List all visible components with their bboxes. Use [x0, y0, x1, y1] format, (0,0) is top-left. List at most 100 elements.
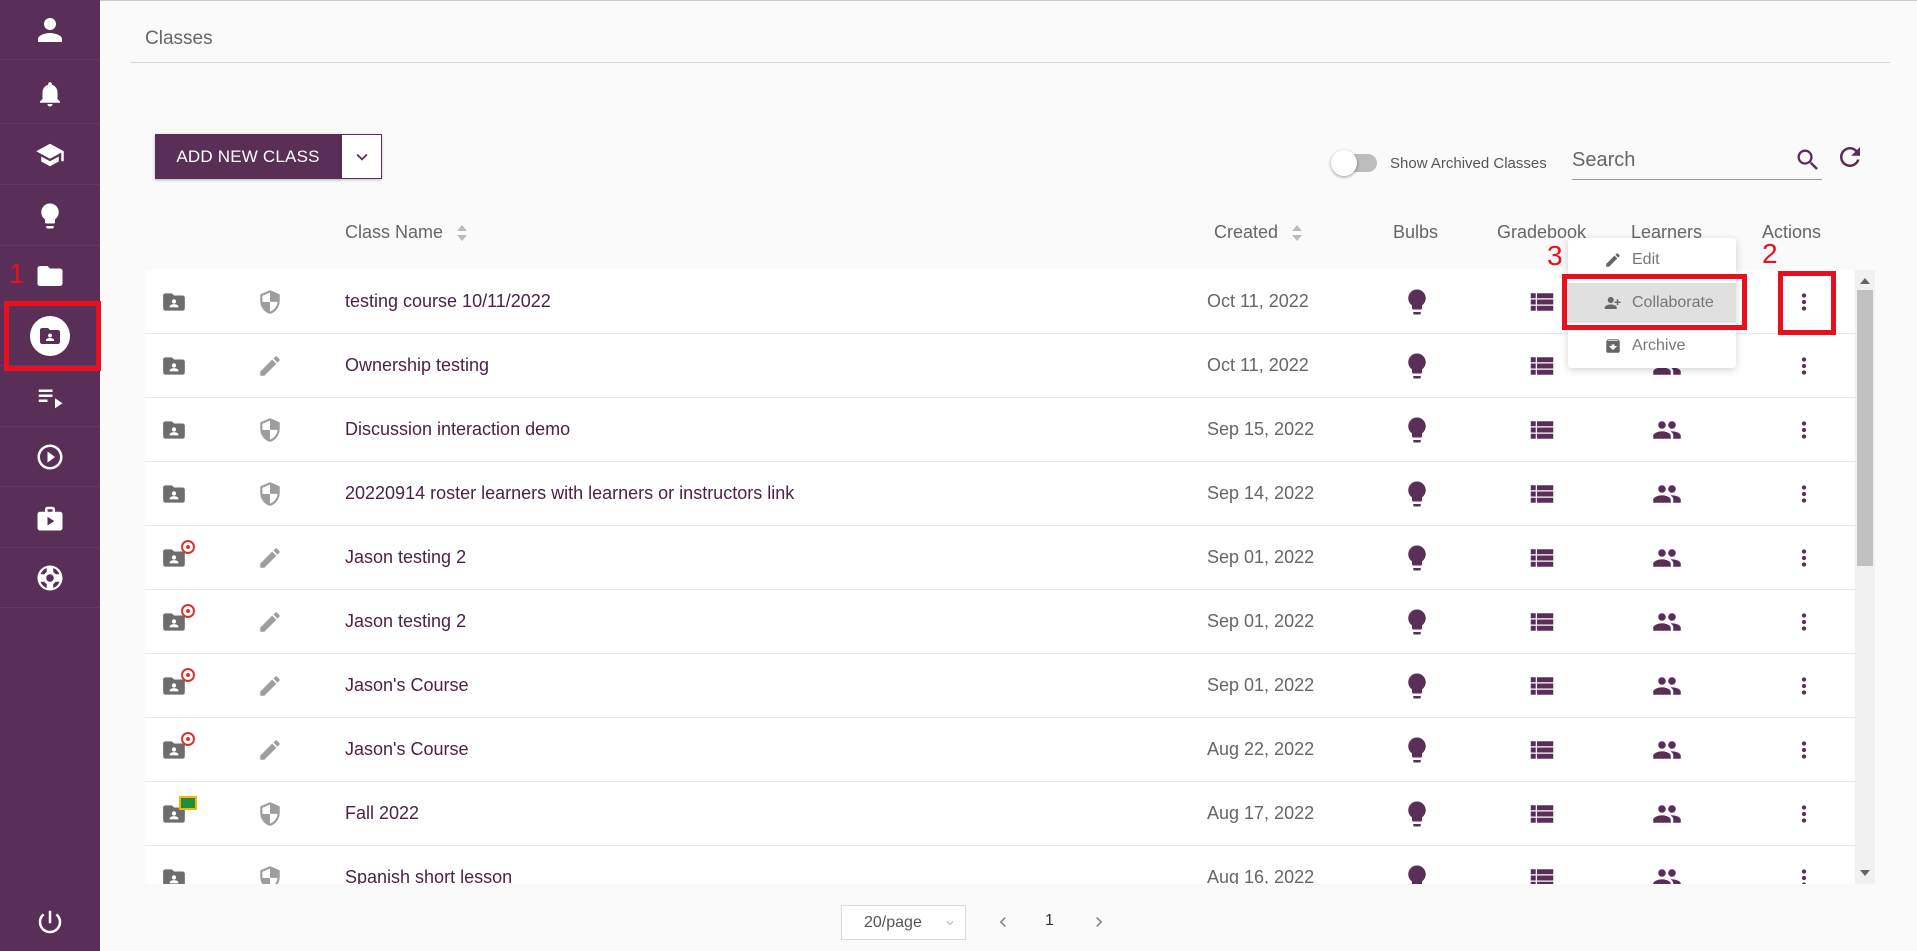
- learners-icon[interactable]: [1652, 735, 1682, 765]
- more-actions-icon[interactable]: [1791, 415, 1817, 445]
- lti-badge-icon: [181, 732, 195, 746]
- more-actions-icon[interactable]: [1791, 735, 1817, 765]
- gradebook-icon[interactable]: [1527, 351, 1557, 381]
- gradebook-icon[interactable]: [1527, 735, 1557, 765]
- shield-icon: [260, 866, 280, 884]
- sidebar-item-profile[interactable]: [0, 0, 100, 60]
- class-name-link[interactable]: Jason's Course: [345, 675, 469, 696]
- refresh-icon[interactable]: [1835, 142, 1865, 172]
- learners-icon[interactable]: [1652, 671, 1682, 701]
- lti-badge-icon: [181, 540, 195, 554]
- table-row: Fall 2022 Aug 17, 2022: [145, 782, 1855, 846]
- bulb-icon[interactable]: [1402, 543, 1432, 573]
- more-actions-icon[interactable]: [1791, 671, 1817, 701]
- pencil-icon: [260, 356, 280, 376]
- bulb-icon[interactable]: [1402, 735, 1432, 765]
- shield-icon: [260, 482, 280, 506]
- sidebar-item-presentations[interactable]: [0, 488, 100, 548]
- pencil-icon: [260, 676, 280, 696]
- shield-icon: [260, 290, 280, 314]
- gradebook-icon[interactable]: [1527, 607, 1557, 637]
- table-row: Spanish short lesson Aug 16, 2022: [145, 846, 1855, 884]
- bulb-icon[interactable]: [1402, 287, 1432, 317]
- prev-page-icon[interactable]: [993, 912, 1013, 932]
- learners-icon[interactable]: [1652, 479, 1682, 509]
- sidebar-item-help[interactable]: [0, 548, 100, 608]
- bulb-icon[interactable]: [1402, 799, 1432, 829]
- page-size-select[interactable]: 20/page: [841, 905, 966, 940]
- bulb-icon[interactable]: [1402, 479, 1432, 509]
- class-name-link[interactable]: Discussion interaction demo: [345, 419, 570, 440]
- scroll-down-arrow[interactable]: [1860, 870, 1870, 876]
- class-name-link[interactable]: Ownership testing: [345, 355, 489, 376]
- current-page-number[interactable]: 1: [1045, 912, 1054, 930]
- gradebook-icon[interactable]: [1527, 799, 1557, 829]
- show-archived-toggle[interactable]: [1331, 150, 1377, 176]
- table-scrollbar[interactable]: [1855, 270, 1875, 884]
- gradebook-icon[interactable]: [1527, 415, 1557, 445]
- class-name-link[interactable]: Jason testing 2: [345, 611, 466, 632]
- sidebar-item-courses[interactable]: [0, 125, 100, 185]
- table-row: 20220914 roster learners with learners o…: [145, 462, 1855, 526]
- annotation-label-2: 2: [1762, 238, 1778, 269]
- learners-icon[interactable]: [1652, 863, 1682, 884]
- more-actions-icon[interactable]: [1791, 351, 1817, 381]
- learners-icon[interactable]: [1652, 607, 1682, 637]
- sidebar-item-logout[interactable]: [0, 892, 100, 951]
- sidebar-item-playlists[interactable]: [0, 367, 100, 427]
- created-date: Sep 01, 2022: [1207, 547, 1315, 567]
- gradebook-icon[interactable]: [1527, 287, 1557, 317]
- more-actions-icon[interactable]: [1791, 543, 1817, 573]
- add-new-class-button[interactable]: ADD NEW CLASS: [155, 134, 341, 179]
- title-divider: [130, 62, 1890, 63]
- user-icon: [38, 17, 62, 42]
- bulb-icon[interactable]: [1402, 863, 1432, 884]
- search-icon[interactable]: [1794, 146, 1822, 174]
- gradebook-icon[interactable]: [1527, 479, 1557, 509]
- class-name-link[interactable]: testing course 10/11/2022: [345, 291, 551, 312]
- search-input[interactable]: [1572, 144, 1772, 176]
- sidebar-item-bulbs[interactable]: [0, 186, 100, 246]
- annotation-box-3: [1562, 274, 1747, 330]
- class-name-link[interactable]: Jason testing 2: [345, 547, 466, 568]
- table-row: Discussion interaction demo Sep 15, 2022: [145, 398, 1855, 462]
- chevron-down-icon: [946, 921, 954, 926]
- bulb-icon[interactable]: [1402, 351, 1432, 381]
- sidebar-item-media[interactable]: [0, 427, 100, 487]
- gradebook-icon[interactable]: [1527, 543, 1557, 573]
- next-page-icon[interactable]: [1089, 912, 1109, 932]
- class-name-link[interactable]: Spanish short lesson: [345, 867, 512, 884]
- pencil-icon: [260, 612, 280, 632]
- bulb-icon[interactable]: [1402, 607, 1432, 637]
- sidebar-item-notifications[interactable]: [0, 64, 100, 124]
- scroll-thumb[interactable]: [1857, 290, 1873, 566]
- lti-badge-icon: [181, 668, 195, 682]
- learners-icon[interactable]: [1652, 543, 1682, 573]
- archive-icon: [1606, 339, 1620, 353]
- class-name-link[interactable]: 20220914 roster learners with learners o…: [345, 483, 794, 504]
- scroll-up-arrow[interactable]: [1860, 278, 1870, 284]
- class-name-link[interactable]: Fall 2022: [345, 803, 419, 824]
- add-class-dropdown-button[interactable]: [341, 134, 382, 179]
- graduation-cap-icon: [36, 143, 64, 166]
- menu-item-archive[interactable]: Archive: [1568, 326, 1736, 366]
- learners-icon[interactable]: [1652, 415, 1682, 445]
- table-row: Jason testing 2 Sep 01, 2022: [145, 590, 1855, 654]
- shield-icon: [260, 418, 280, 442]
- learners-icon[interactable]: [1652, 799, 1682, 829]
- more-actions-icon[interactable]: [1791, 863, 1817, 884]
- class-name-link[interactable]: Jason's Course: [345, 739, 469, 760]
- bulb-icon[interactable]: [1402, 415, 1432, 445]
- sort-icon: [456, 224, 468, 242]
- chevron-down-icon: [356, 153, 367, 161]
- column-header-class-name[interactable]: Class Name: [345, 222, 468, 243]
- lifebuoy-icon: [37, 565, 63, 590]
- more-actions-icon[interactable]: [1791, 799, 1817, 829]
- google-classroom-badge-icon: [179, 796, 197, 810]
- bulb-icon[interactable]: [1402, 671, 1432, 701]
- gradebook-icon[interactable]: [1527, 671, 1557, 701]
- gradebook-icon[interactable]: [1527, 863, 1557, 884]
- more-actions-icon[interactable]: [1791, 607, 1817, 637]
- column-header-created[interactable]: Created: [1214, 222, 1303, 243]
- more-actions-icon[interactable]: [1791, 479, 1817, 509]
